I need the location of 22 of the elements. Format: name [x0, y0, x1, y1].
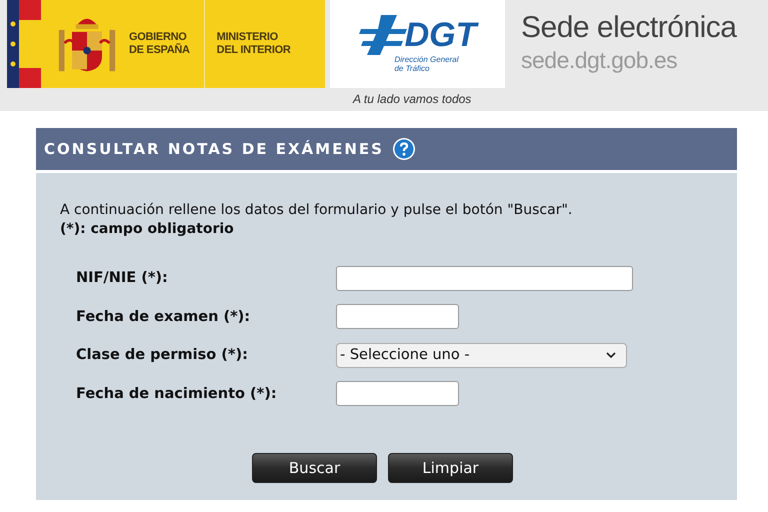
permit-class-dropdown[interactable]: - Seleccione uno - — [336, 342, 627, 368]
field-label: Clase de permiso (*): — [75, 347, 249, 364]
chevron-down-icon — [606, 352, 616, 358]
form-title: CONSULTAR NOTAS DE EXÁMENES — [44, 140, 384, 158]
form-button[interactable]: Buscar — [252, 453, 377, 483]
intro-text: A continuación rellene los datos del formulario y pulse el botón "Buscar". — [60, 201, 574, 220]
input-field[interactable] — [336, 381, 459, 406]
input-field[interactable] — [336, 266, 633, 291]
site-url: sede.dgt.gob.es — [521, 46, 678, 74]
ministry-name: MINISTERIO DEL INTERIOR — [216, 31, 290, 57]
input-field[interactable] — [336, 304, 459, 330]
required-note: (*): campo obligatorio — [60, 220, 235, 239]
site-title: Sede electrónica — [521, 10, 736, 46]
government-name: GOBIERNO DE ESPAÑA — [129, 31, 190, 57]
dgt-full-name: Dirección General de Tráfico — [394, 55, 459, 73]
field-label: Fecha de examen (*): — [75, 308, 252, 325]
field-label: Fecha de nacimiento (*): — [75, 386, 278, 402]
form-button[interactable]: Limpiar — [388, 453, 513, 483]
dgt-abbreviation: DGT — [404, 18, 476, 52]
tagline: A tu lado vamos todos — [353, 92, 472, 106]
field-label: NIF/NIE (*): — [75, 270, 169, 286]
help-icon[interactable] — [392, 137, 416, 161]
